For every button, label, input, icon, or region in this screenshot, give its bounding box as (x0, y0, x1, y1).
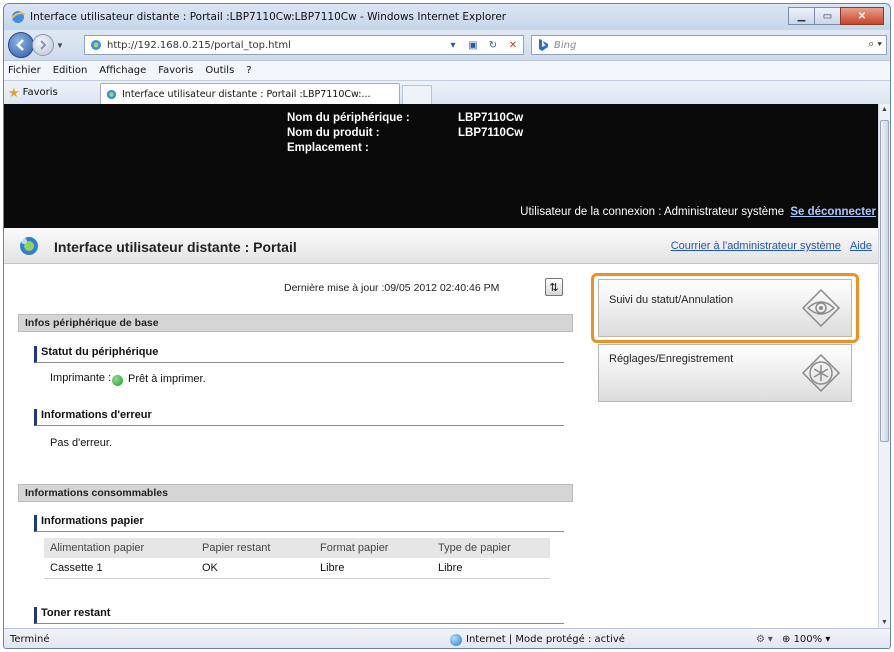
forward-button[interactable] (32, 34, 54, 56)
scroll-up-icon[interactable]: ▲ (879, 106, 890, 113)
forward-arrow-icon (40, 40, 47, 50)
menu-view[interactable]: Affichage (99, 65, 146, 76)
device-header: Nom du périphérique : LBP7110Cw Nom du p… (4, 104, 880, 228)
browser-window: Interface utilisateur distante : Portail… (3, 3, 891, 649)
settings-icon (801, 353, 841, 393)
cell-paper-type: Libre (432, 558, 550, 579)
refresh-status-button[interactable]: ⇅ (545, 278, 563, 296)
scroll-down-icon[interactable]: ▼ (879, 619, 890, 626)
title-bar: Interface utilisateur distante : Portail… (4, 4, 890, 30)
window-title: Interface utilisateur distante : Portail… (30, 11, 507, 23)
login-info: Utilisateur de la connexion : Administra… (520, 206, 876, 218)
internet-globe-icon (450, 633, 462, 646)
highlight-frame (591, 273, 859, 343)
compatibility-view-icon[interactable]: ▣ (465, 38, 481, 52)
page-viewport: Nom du périphérique : LBP7110Cw Nom du p… (4, 104, 880, 628)
help-link[interactable]: Aide (850, 240, 872, 252)
address-text: http://192.168.0.215/portal_top.html (107, 39, 291, 51)
toner-heading: Toner restant (34, 607, 564, 624)
portal-title-bar: Interface utilisateur distante : Portail… (4, 228, 880, 264)
menu-help[interactable]: ? (246, 65, 251, 76)
tab-portal[interactable]: Interface utilisateur distante : Portail… (100, 83, 400, 105)
error-info-heading: Informations d'erreur (34, 409, 564, 426)
vertical-scrollbar[interactable]: ▲ ▼ (878, 104, 890, 628)
navigation-bar: ▼ http://192.168.0.215/portal_top.html ▾… (4, 30, 890, 60)
favorites-button[interactable]: Favoris (23, 87, 58, 98)
history-dropdown-icon[interactable]: ▼ (54, 41, 66, 50)
paper-info-table: Alimentation papier Papier restant Forma… (44, 538, 550, 579)
address-bar[interactable]: http://192.168.0.215/portal_top.html ▾ ▣… (84, 35, 524, 55)
col-paper-size: Format papier (314, 538, 432, 558)
error-text: Pas d'erreur. (50, 437, 113, 449)
col-paper-remaining: Papier restant (196, 538, 314, 558)
scrollbar-thumb[interactable] (880, 120, 889, 442)
col-paper-type: Type de papier (432, 538, 550, 558)
maximize-button[interactable]: ▭ (814, 7, 841, 25)
device-status-heading: Statut du périphérique (34, 346, 564, 363)
login-user-text: Utilisateur de la connexion : Administra… (520, 206, 785, 218)
back-arrow-icon (16, 39, 24, 51)
close-button[interactable]: ✕ (840, 7, 884, 25)
page-title: Interface utilisateur distante : Portail (54, 239, 297, 255)
cell-paper-size: Libre (314, 558, 432, 579)
favorites-bar: ★ Favoris Interface utilisateur distante… (4, 80, 890, 105)
menu-bar: Fichier Edition Affichage Favoris Outils… (4, 60, 890, 80)
consumables-section: Informations consommables (18, 484, 573, 502)
menu-favorites[interactable]: Favoris (158, 65, 193, 76)
table-row: Cassette 1 OK Libre Libre (44, 558, 550, 579)
back-button[interactable] (8, 32, 34, 58)
minimize-button[interactable]: ▁ (788, 7, 815, 25)
settings-registration-label: Réglages/Enregistrement (609, 353, 734, 365)
address-tools: ▾ ▣ ↻ ✕ (441, 38, 521, 52)
protected-mode-icon[interactable]: ⚙ ▾ (756, 634, 773, 645)
refresh-icon[interactable]: ↻ (485, 38, 501, 52)
portal-links: Courrier à l'administrateur système Aide (665, 240, 872, 252)
location-label: Emplacement : (287, 142, 369, 154)
device-name-value: LBP7110Cw (458, 112, 524, 124)
ie-logo-icon (11, 11, 26, 23)
bing-logo-icon (539, 39, 548, 51)
product-name-value: LBP7110Cw (458, 127, 524, 139)
table-header-row: Alimentation papier Papier restant Forma… (44, 538, 550, 558)
device-name-label: Nom du périphérique : (287, 112, 410, 124)
search-icon[interactable]: ⌕ ▾ (868, 38, 882, 51)
stop-icon[interactable]: ✕ (505, 38, 521, 52)
refresh-arrows-icon: ⇅ (549, 281, 559, 294)
basic-info-section: Infos périphérique de base (18, 314, 573, 332)
menu-tools[interactable]: Outils (205, 65, 234, 76)
zoom-level[interactable]: ⊕ 100% ▾ (782, 634, 830, 645)
menu-file[interactable]: Fichier (8, 65, 41, 76)
paper-info-heading: Informations papier (34, 515, 564, 532)
product-name-label: Nom du produit : (287, 127, 380, 139)
status-bar: Terminé Internet | Mode protégé : activé… (4, 628, 890, 648)
address-dropdown-icon[interactable]: ▾ (445, 38, 461, 52)
portal-icon (20, 237, 38, 255)
status-text: Terminé (10, 634, 50, 645)
favorites-star-icon[interactable]: ★ (8, 85, 20, 101)
menu-edit[interactable]: Edition (53, 65, 88, 76)
cell-paper-source: Cassette 1 (44, 558, 196, 579)
printer-label: Imprimante : (50, 372, 112, 384)
new-tab-button[interactable] (402, 85, 432, 105)
settings-registration-button[interactable]: Réglages/Enregistrement (598, 344, 852, 402)
search-box[interactable]: Bing ⌕ ▾ (531, 35, 887, 55)
logout-link[interactable]: Se déconnecter (790, 206, 876, 218)
window-controls: ▁ ▭ ✕ (788, 7, 884, 25)
zoom-value: 100% (793, 634, 823, 645)
col-paper-source: Alimentation papier (44, 538, 196, 558)
page-icon (91, 40, 101, 50)
tab-page-icon (106, 89, 117, 100)
ready-status-icon (112, 375, 123, 386)
mail-admin-link[interactable]: Courrier à l'administrateur système (671, 240, 841, 252)
cell-paper-remaining: OK (196, 558, 314, 579)
security-zone-text: Internet | Mode protégé : activé (466, 634, 625, 645)
tab-title: Interface utilisateur distante : Portail… (122, 89, 371, 100)
security-zone[interactable]: Internet | Mode protégé : activé (450, 633, 625, 646)
printer-status: Prêt à imprimer. (128, 373, 206, 385)
last-update-text: Dernière mise à jour :09/05 2012 02:40:4… (284, 282, 500, 294)
search-placeholder: Bing (554, 39, 577, 51)
